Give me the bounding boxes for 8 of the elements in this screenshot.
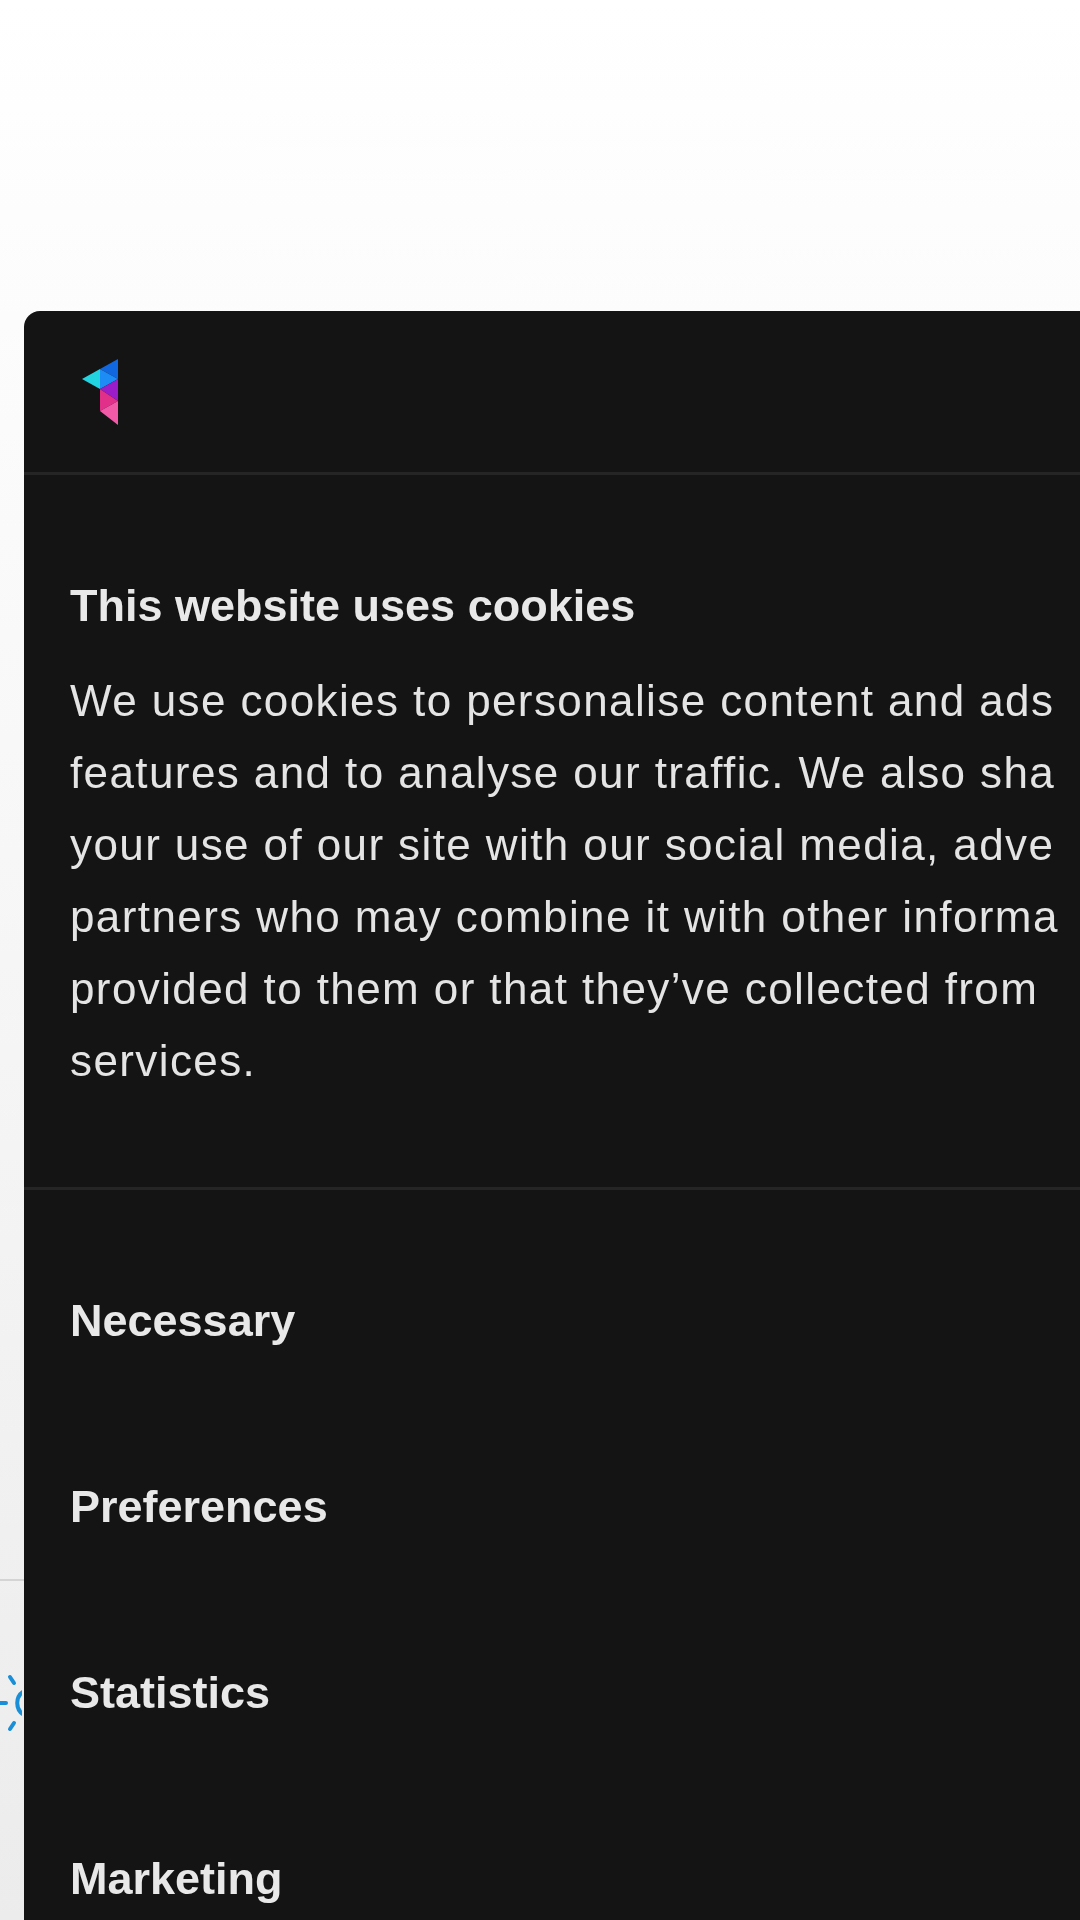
category-label[interactable]: Preferences — [70, 1482, 1080, 1532]
dialog-title: This website uses cookies — [70, 581, 637, 631]
category-label[interactable]: Statistics — [70, 1668, 1080, 1718]
logo-icon — [82, 358, 120, 425]
loading-icon — [0, 1673, 22, 1733]
category-label[interactable]: Marketing — [70, 1854, 1080, 1904]
category-label[interactable]: Necessary — [70, 1296, 1080, 1346]
cookie-description: We use cookies to personalise content and ads features and to analyse our traffic. We also sha your use of our site with our social media, adve partners who may combine it with other informa provided to them or that they’ve collected from services. — [70, 675, 1060, 1087]
